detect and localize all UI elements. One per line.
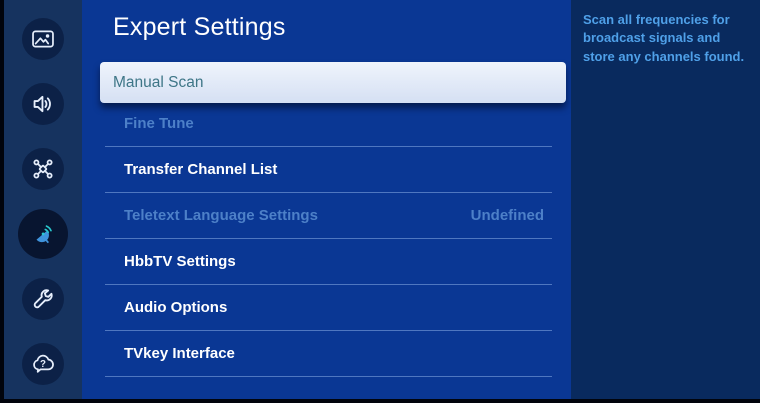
screen-left-edge: [0, 0, 4, 403]
sidebar-item-connection[interactable]: [22, 148, 64, 190]
menu-item-label: Manual Scan: [113, 73, 204, 91]
menu-item-fine-tune[interactable]: Fine Tune: [105, 101, 552, 147]
wrench-icon: [30, 286, 56, 312]
sound-icon: [30, 91, 56, 117]
satellite-dish-icon: [30, 221, 56, 247]
menu-item-hbbtv-settings[interactable]: HbbTV Settings: [105, 239, 552, 285]
description-text: Scan all frequencies for broadcast signa…: [583, 12, 745, 64]
menu-item-label: Audio Options: [124, 299, 228, 316]
menu-item-tvkey-interface[interactable]: TVkey Interface: [105, 331, 552, 377]
menu-item-label: Teletext Language Settings: [124, 207, 318, 224]
menu-item-label: HbbTV Settings: [124, 253, 236, 270]
menu-item-label: TVkey Interface: [124, 345, 235, 362]
sidebar-item-sound[interactable]: [22, 83, 64, 125]
picture-icon: [30, 26, 56, 52]
menu-item-teletext-language-settings[interactable]: Teletext Language Settings Undefined: [105, 193, 552, 239]
menu-item-audio-options[interactable]: Audio Options: [105, 285, 552, 331]
menu-list: Fine Tune Transfer Channel List Teletext…: [105, 101, 552, 377]
description-panel: Scan all frequencies for broadcast signa…: [571, 0, 760, 403]
screen-bottom-edge: [0, 399, 760, 403]
tv-settings-screen: ? Expert Settings Manual Scan Fine Tune …: [0, 0, 760, 403]
svg-text:?: ?: [40, 359, 46, 370]
menu-item-label: Transfer Channel List: [124, 161, 278, 178]
sidebar-item-picture[interactable]: [22, 18, 64, 60]
menu-item-value: Undefined: [470, 207, 544, 224]
menu-item-manual-scan[interactable]: Manual Scan: [100, 62, 566, 103]
menu-item-transfer-channel-list[interactable]: Transfer Channel List: [105, 147, 552, 193]
settings-category-sidebar: ?: [4, 0, 82, 403]
expert-settings-panel: Expert Settings Manual Scan Fine Tune Tr…: [82, 0, 571, 403]
sidebar-item-support[interactable]: ?: [22, 343, 64, 385]
sidebar-item-broadcasting[interactable]: [18, 209, 68, 259]
sidebar-item-general[interactable]: [22, 278, 64, 320]
connection-icon: [30, 156, 56, 182]
menu-item-label: Fine Tune: [124, 115, 194, 132]
page-title: Expert Settings: [113, 13, 286, 41]
support-cloud-icon: ?: [30, 351, 56, 377]
